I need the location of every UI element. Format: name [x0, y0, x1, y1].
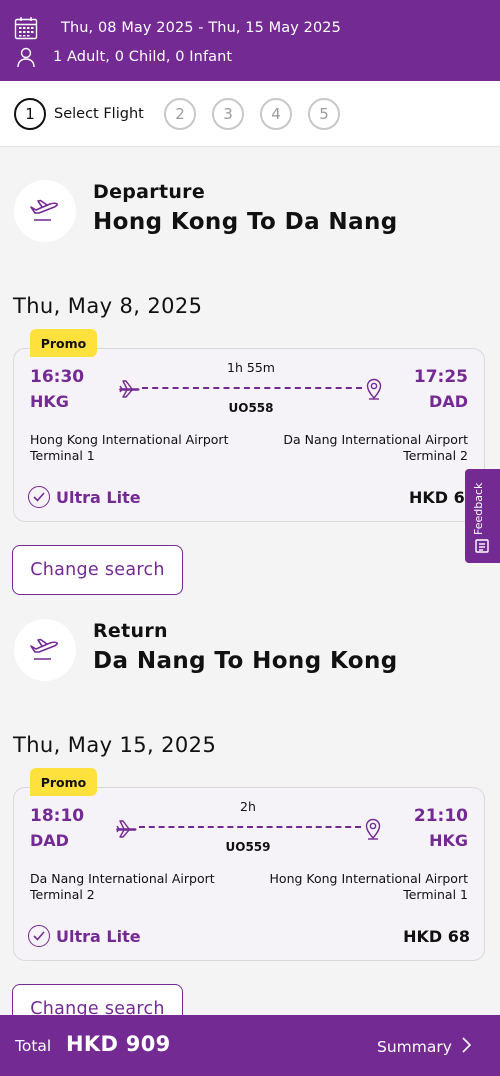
plane-icon	[115, 818, 137, 844]
departure-label: Departure	[93, 181, 206, 203]
total-price: HKD 909	[66, 1032, 171, 1056]
calendar-icon	[14, 16, 38, 40]
promo-badge: Promo	[30, 768, 97, 796]
person-icon	[14, 45, 38, 69]
plane-takeoff-icon	[28, 195, 62, 227]
arrival-airport-code: DAD	[429, 392, 468, 411]
arrival-terminal: Terminal 1	[403, 887, 468, 902]
departure-terminal: Terminal 2	[30, 887, 95, 902]
step-3: 3	[212, 98, 244, 130]
search-summary-header[interactable]: Thu, 08 May 2025 - Thu, 15 May 2025 1 Ad…	[0, 0, 500, 81]
arrival-airport-info: Hong Kong International Airport Terminal…	[270, 871, 468, 903]
feedback-tab[interactable]: Feedback	[465, 469, 500, 563]
step-4: 4	[260, 98, 292, 130]
departure-terminal: Terminal 1	[30, 448, 95, 463]
departure-airport-info: Da Nang International Airport Terminal 2	[30, 871, 215, 903]
return-route: Da Nang To Hong Kong	[93, 648, 398, 674]
chevron-right-icon	[462, 1037, 472, 1057]
fare-type-label: Ultra Lite	[56, 926, 141, 946]
departure-time: 18:10	[30, 806, 85, 826]
flight-price: HKD 68	[403, 927, 470, 946]
departure-airport-info: Hong Kong International Airport Terminal…	[30, 432, 228, 464]
return-section-header: Return Da Nang To Hong Kong	[14, 619, 484, 681]
route-dashed-line	[139, 826, 361, 828]
flight-duration: 1h 55m	[227, 360, 275, 375]
departure-route: Hong Kong To Da Nang	[93, 209, 398, 235]
flight-number: UO559	[225, 840, 271, 854]
departure-airport-name: Hong Kong International Airport	[30, 432, 229, 447]
total-footer-bar: Total HKD 909 Summary	[0, 1015, 500, 1076]
summary-label: Summary	[377, 1038, 452, 1056]
arrival-time: 21:10	[413, 806, 468, 826]
step-5: 5	[308, 98, 340, 130]
check-circle-icon	[28, 486, 50, 508]
fare-type: Ultra Lite	[28, 925, 141, 947]
route-dashed-line	[142, 387, 362, 389]
flight-duration: 2h	[240, 799, 256, 814]
departure-time: 16:30	[30, 367, 85, 387]
flight-number: UO558	[228, 401, 274, 415]
fare-type: Ultra Lite	[28, 486, 141, 508]
fare-type-label: Ultra Lite	[56, 487, 141, 507]
arrival-airport-info: Da Nang International Airport Terminal 2	[283, 432, 468, 464]
departure-flight-card[interactable]: 16:30 HKG 1h 55m UO558 17:25 DAD Hong Ko…	[13, 348, 485, 522]
check-circle-icon	[28, 925, 50, 947]
return-plane-badge	[14, 619, 76, 681]
arrival-airport-code: HKG	[429, 831, 468, 850]
passenger-count-text: 1 Adult, 0 Child, 0 Infant	[53, 49, 233, 65]
departure-airport-name: Da Nang International Airport	[30, 871, 215, 886]
arrival-airport-name: Hong Kong International Airport	[269, 871, 468, 886]
departure-plane-badge	[14, 180, 76, 242]
return-date: Thu, May 15, 2025	[13, 733, 217, 757]
summary-button[interactable]: Summary	[377, 1037, 472, 1057]
location-pin-icon	[365, 378, 383, 404]
booking-stepper: 1 Select Flight 2 3 4 5	[0, 81, 500, 147]
departure-date: Thu, May 8, 2025	[13, 294, 203, 318]
feedback-icon	[475, 538, 489, 557]
feedback-label: Feedback	[472, 482, 485, 535]
departure-section-header: Departure Hong Kong To Da Nang	[14, 180, 484, 242]
plane-takeoff-icon	[28, 634, 62, 666]
arrival-terminal: Terminal 2	[403, 448, 468, 463]
return-flight-card[interactable]: 18:10 DAD 2h UO559 21:10 HKG Da Nang Int…	[13, 787, 485, 961]
departure-airport-code: HKG	[30, 392, 69, 411]
promo-badge: Promo	[30, 329, 97, 357]
step-1-label: Select Flight	[54, 106, 144, 122]
step-1: 1	[14, 98, 46, 130]
date-range-text: Thu, 08 May 2025 - Thu, 15 May 2025	[61, 20, 341, 36]
change-search-button[interactable]: Change search	[12, 545, 183, 595]
departure-airport-code: DAD	[30, 831, 69, 850]
total-label: Total	[15, 1037, 52, 1055]
arrival-airport-name: Da Nang International Airport	[283, 432, 468, 447]
step-2: 2	[164, 98, 196, 130]
return-label: Return	[93, 620, 168, 642]
plane-icon	[118, 378, 140, 404]
location-pin-icon	[364, 818, 382, 844]
arrival-time: 17:25	[413, 367, 468, 387]
